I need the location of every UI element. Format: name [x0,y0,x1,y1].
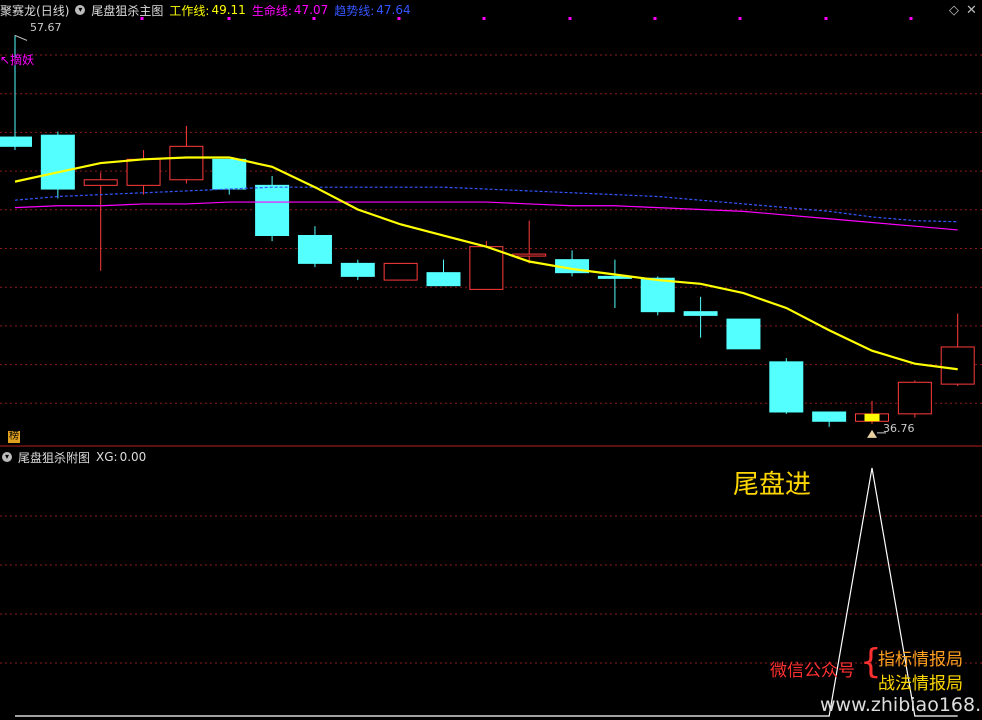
low-price-label: 36.76 [883,422,915,435]
chevron-down-icon[interactable]: ▾ [2,452,12,462]
candle-body [212,158,247,190]
candle-body [640,277,675,313]
xg-label: XG: [96,450,118,464]
candle-body [469,246,504,290]
candle-body [340,262,375,277]
candle-body [0,136,32,147]
candle-body [169,145,204,181]
life-line [14,201,958,231]
candle-body [126,158,161,186]
low-arrow-icon [867,429,877,438]
candle-body [512,253,547,257]
candle-body [726,318,761,350]
candle-body [940,346,975,385]
diamond-icon[interactable]: ◇ [949,3,959,18]
header-dot [909,17,913,20]
candle-body [897,381,932,415]
candle-body [683,311,718,316]
candle-body [297,235,332,264]
trend-line-value: 47.64 [376,3,411,17]
header-dot [568,17,572,20]
signal-candle-highlight [864,413,880,422]
main-indicator-name[interactable]: 尾盘狙杀主图 [91,2,163,19]
chevron-down-icon[interactable]: ▾ [75,5,86,15]
stock-name[interactable]: 聚赛龙 [0,2,36,19]
close-icon[interactable]: ✕ [966,3,977,18]
candle-body [426,272,461,287]
main-panel-header: 聚赛龙 (日线) ▾ 尾盘狙杀主图 工作线: 49.11 生命线: 47.07 … [0,0,417,20]
watermark-wechat: 微信公众号 [770,661,855,681]
demon-tag-text: 摘妖 [10,53,35,67]
header-dot [738,17,742,20]
sub-grid-lines [0,515,982,664]
high-price-label: 57.67 [30,21,62,34]
candle-body [40,134,75,190]
kline-chart[interactable] [0,0,982,720]
grid-lines [0,17,982,447]
sub-indicator-name[interactable]: 尾盘狙杀附图 [18,449,90,466]
high-pointer [14,34,28,41]
watermark-line1: 指标情报局 [878,650,963,670]
candle-body [83,179,118,186]
candle-body [383,262,418,281]
watermark-line2: 战法情报局 [878,674,963,694]
entry-signal-text: 尾盘进 [733,470,812,500]
work-line-label: 工作线: [169,3,210,18]
rank-tag[interactable]: 榜 [8,431,20,443]
work-line-value: 49.11 [211,3,246,17]
xg-value: 0.00 [119,450,147,464]
watermark-site: www.zhibiao168.com [820,694,982,716]
life-line-value: 47.07 [293,3,329,17]
header-dot [824,17,828,20]
candle-body [255,184,290,237]
sub-panel-header: ▾ 尾盘狙杀附图 XG: 0.00 [0,447,152,467]
candle-body [769,361,804,413]
header-dot [482,17,486,20]
period-label[interactable]: (日线) [36,2,69,19]
demon-tag: ↖摘妖 [0,53,35,67]
header-dot [653,17,657,20]
candles [0,34,975,438]
life-line-label: 生命线: [251,3,292,18]
candle-body [812,411,847,422]
trend-line-label: 趋势线: [334,3,375,18]
